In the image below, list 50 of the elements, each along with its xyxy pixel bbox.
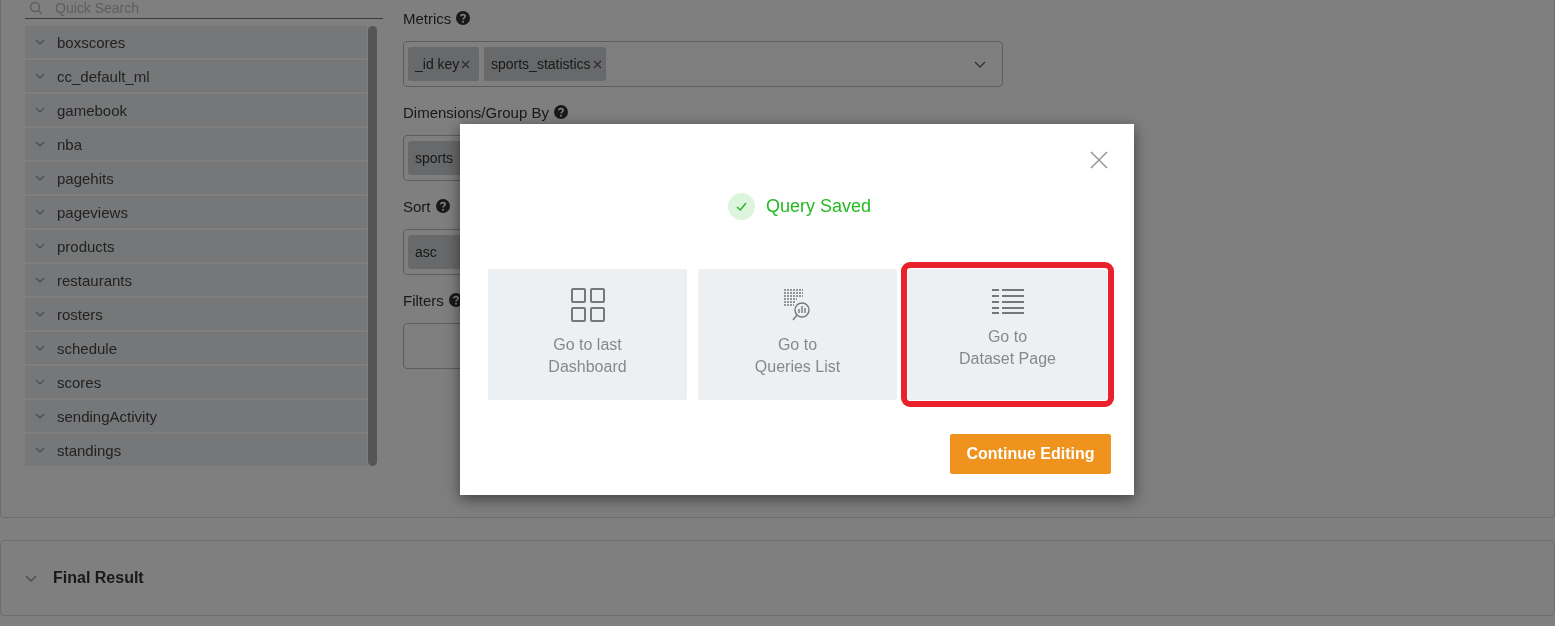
- remove-icon[interactable]: [592, 59, 602, 69]
- check-icon: [727, 193, 755, 220]
- collection-item[interactable]: cc_default_ml: [25, 60, 368, 92]
- collection-item[interactable]: scores: [25, 366, 368, 398]
- chevron-down-icon: [35, 107, 45, 113]
- collection-item[interactable]: boxscores: [25, 26, 368, 58]
- select-field[interactable]: _id key sports_statistics: [403, 41, 1003, 87]
- chevron-down-icon[interactable]: [974, 60, 986, 68]
- collection-item[interactable]: products: [25, 230, 368, 262]
- tag-chip: sports_statistics: [484, 47, 606, 81]
- chevron-down-icon: [35, 413, 45, 419]
- final-result-panel[interactable]: Final Result: [0, 540, 1555, 616]
- navigation-option[interactable]: Go to Queries List: [698, 269, 897, 400]
- chevron-down-icon: [35, 379, 45, 385]
- chevron-down-icon: [35, 345, 45, 351]
- list-chart-icon: [782, 288, 813, 322]
- grid-icon: [570, 288, 605, 322]
- remove-icon[interactable]: [461, 59, 471, 69]
- collection-item[interactable]: rosters: [25, 298, 368, 330]
- collection-item[interactable]: sendingActivity: [25, 400, 368, 432]
- chevron-down-icon: [35, 141, 45, 147]
- scrollbar[interactable]: [368, 26, 377, 466]
- search-icon: [29, 1, 43, 15]
- continue-editing-button[interactable]: Continue Editing: [950, 434, 1111, 474]
- chevron-down-icon: [35, 311, 45, 317]
- collection-item[interactable]: nba: [25, 128, 368, 160]
- tag-chip: _id key: [408, 47, 479, 81]
- collection-item[interactable]: pageviews: [25, 196, 368, 228]
- collection-item[interactable]: pagehits: [25, 162, 368, 194]
- chevron-down-icon: [35, 447, 45, 453]
- success-message: Query Saved: [765, 196, 872, 217]
- collection-item[interactable]: restaurants: [25, 264, 368, 296]
- collection-item[interactable]: standings: [25, 434, 368, 466]
- chevron-down-icon: [35, 243, 45, 249]
- navigation-option[interactable]: Go to last Dashboard: [488, 269, 687, 400]
- chevron-down-icon: [35, 277, 45, 283]
- chevron-down-icon: [35, 73, 45, 79]
- chevron-down-icon: [25, 574, 37, 582]
- close-icon[interactable]: [1090, 151, 1108, 169]
- section-title: Final Result: [53, 569, 144, 587]
- chevron-down-icon: [35, 175, 45, 181]
- collection-item[interactable]: schedule: [25, 332, 368, 364]
- collection-item[interactable]: gamebook: [25, 94, 368, 126]
- field-label: Filters: [403, 291, 444, 309]
- chevron-down-icon: [35, 39, 45, 45]
- field-label: Dimensions/Group By: [403, 103, 549, 121]
- table-icon: [990, 288, 1025, 314]
- field-label: Metrics: [403, 9, 452, 27]
- chevron-down-icon: [35, 209, 45, 215]
- field-label: Sort: [403, 197, 431, 215]
